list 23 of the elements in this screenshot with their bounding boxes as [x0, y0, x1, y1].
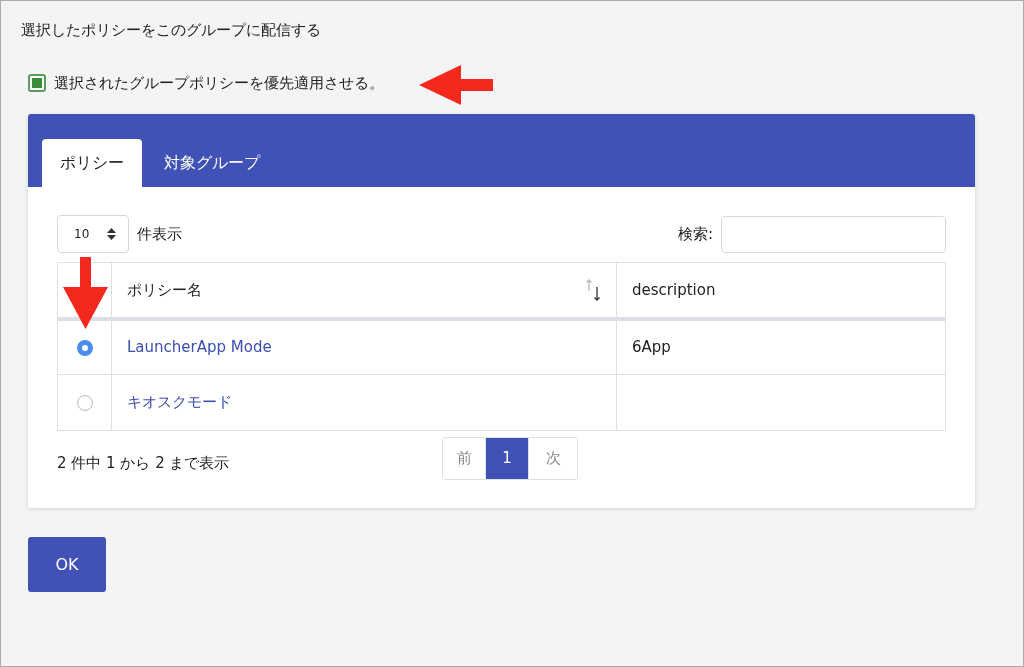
policy-link[interactable]: LauncherApp Mode	[127, 338, 272, 356]
sort-icon	[585, 278, 601, 301]
sort-caret-icon	[107, 228, 116, 240]
table-cell: 6App	[632, 338, 671, 356]
checkbox[interactable]	[28, 73, 46, 92]
page-title: 選択したポリシーをこのグループに配信する	[21, 20, 322, 41]
radio-button[interactable]	[76, 394, 93, 411]
search-field[interactable]	[721, 215, 946, 253]
page-length-select[interactable]: 10	[57, 215, 129, 253]
column-title: ポリシー名	[127, 279, 202, 301]
checkbox-label: 選択されたグループポリシーを優先適用させる。	[54, 72, 384, 94]
search-label: 検索:	[677, 223, 713, 245]
tab[interactable]: 対象グループ	[146, 139, 278, 187]
page-link[interactable]: 1	[486, 438, 529, 479]
ok-button[interactable]: OK	[28, 537, 106, 592]
table-info: 2 件中 1 から 2 まで表示	[57, 453, 231, 475]
column-header[interactable]: description	[616, 262, 946, 319]
arrow-annotation	[63, 257, 108, 329]
length-label: 件表示	[137, 223, 182, 245]
radio-button[interactable]	[76, 339, 93, 356]
page-link[interactable]: 前	[443, 438, 486, 479]
tab[interactable]: ポリシー	[42, 139, 142, 187]
policy-link[interactable]: キオスクモード	[127, 393, 232, 412]
